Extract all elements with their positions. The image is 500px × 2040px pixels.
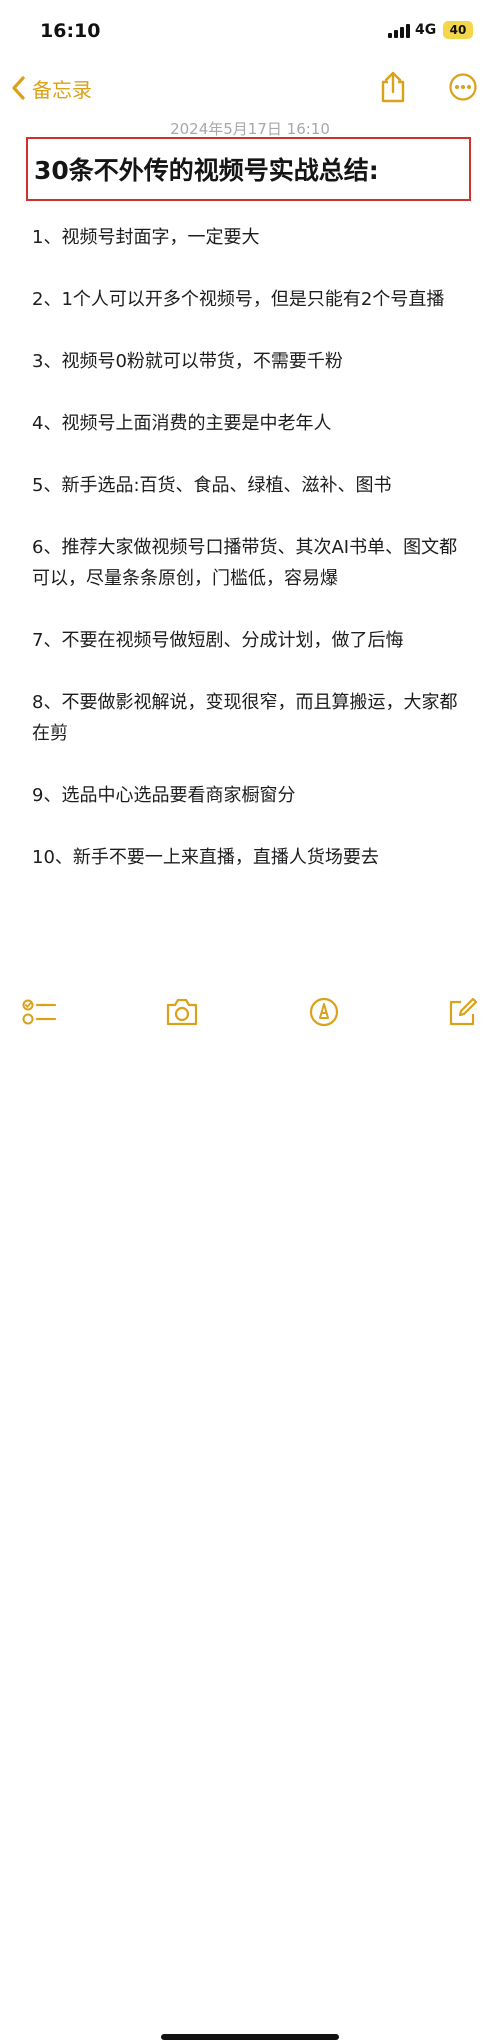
note-paragraph: 6、推荐大家做视频号口播带货、其次AI书单、图文都可以，尽量条条原创，门槛低，容… — [32, 537, 458, 589]
back-button[interactable]: 备忘录 — [10, 70, 92, 106]
markup-icon — [309, 997, 339, 1027]
note-paragraph: 7、不要在视频号做短剧、分成计划，做了后悔 — [32, 630, 404, 651]
note-title[interactable]: 30条不外传的视频号实战总结: — [34, 151, 379, 187]
note-paragraph: 8、不要做影视解说，变现很窄，而且算搬运，大家都在剪 — [32, 692, 458, 744]
back-label: 备忘录 — [32, 77, 92, 102]
more-icon — [449, 73, 477, 101]
compose-icon — [449, 997, 478, 1026]
note-paragraph: 5、新手选品:百货、食品、绿植、滋补、图书 — [32, 475, 392, 496]
scroll-fade — [0, 948, 500, 978]
markup-button[interactable] — [304, 992, 344, 1032]
note-paragraph: 4、视频号上面消费的主要是中老年人 — [32, 413, 332, 434]
checklist-icon — [22, 999, 57, 1025]
network-type: 4G — [415, 22, 437, 38]
note-paragraph: 2、1个人可以开多个视频号，但是只能有2个号直播 — [32, 289, 445, 310]
note-paragraph: 10、新手不要一上来直播，直播人货场要去 — [32, 847, 379, 868]
signal-icon — [388, 24, 410, 38]
status-time: 16:10 — [40, 20, 101, 42]
nav-bar: 备忘录 — [0, 62, 500, 118]
share-button[interactable] — [374, 68, 412, 106]
compose-button[interactable] — [443, 992, 483, 1032]
chevron-left-icon — [12, 76, 25, 100]
camera-button[interactable] — [162, 992, 202, 1032]
share-icon — [381, 71, 405, 103]
note-date: 2024年5月17日 16:10 — [170, 120, 330, 138]
battery-icon: 40 — [443, 21, 473, 39]
note-paragraph: 1、视频号封面字，一定要大 — [32, 227, 260, 248]
bottom-toolbar — [0, 978, 500, 2040]
note-paragraph: 3、视频号0粉就可以带货，不需要千粉 — [32, 351, 343, 372]
checklist-button[interactable] — [20, 992, 60, 1032]
note-body[interactable]: 1、视频号封面字，一定要大 2、1个人可以开多个视频号，但是只能有2个号直播 3… — [32, 222, 472, 962]
camera-icon — [166, 998, 198, 1026]
home-indicator[interactable] — [161, 2034, 339, 2040]
status-bar: 16:10 4G 40 — [0, 0, 500, 62]
note-title-highlight: 30条不外传的视频号实战总结: — [26, 137, 471, 201]
more-button[interactable] — [444, 68, 482, 106]
note-paragraph: 9、选品中心选品要看商家橱窗分 — [32, 785, 296, 806]
